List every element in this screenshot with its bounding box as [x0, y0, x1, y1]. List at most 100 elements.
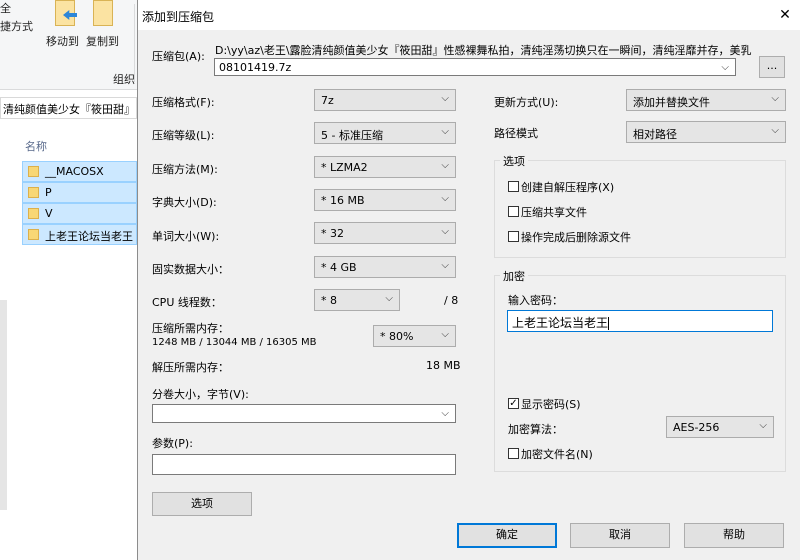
parameters-label: 参数(P):: [152, 437, 193, 450]
shared-files-checkbox[interactable]: [508, 206, 519, 217]
move-to-icon[interactable]: [55, 0, 85, 30]
path-mode-select[interactable]: 相对路径 ⌵: [626, 121, 786, 143]
cpu-threads-select[interactable]: * 8 ⌵: [314, 289, 400, 311]
format-label: 压缩格式(F):: [152, 96, 215, 109]
memory-usage-value: * 80%: [380, 330, 414, 343]
level-value: 5 - 标准压缩: [321, 129, 383, 142]
archive-directory: D:\yy\az\老王\露脸清纯颜值美少女『筱田甜』性感裸舞私拍，清纯淫荡切换只…: [215, 44, 752, 57]
file-list-item[interactable]: 上老王论坛当老王: [22, 224, 137, 245]
ribbon-fragment-shortcut[interactable]: 捷方式: [0, 18, 33, 34]
options-button[interactable]: 选项: [152, 492, 252, 516]
delete-after-checkbox[interactable]: [508, 231, 519, 242]
chevron-down-icon: ⌵: [771, 93, 779, 104]
method-label: 压缩方法(M):: [152, 163, 218, 176]
column-header-name[interactable]: 名称: [25, 138, 47, 154]
help-button[interactable]: 帮助: [684, 523, 784, 548]
password-input[interactable]: 上老王论坛当老王: [507, 310, 773, 332]
file-name: P: [45, 186, 52, 199]
split-size-combobox[interactable]: ⌵: [152, 404, 456, 423]
folder-icon: [28, 229, 39, 240]
chevron-down-icon: ⌵: [441, 408, 449, 419]
delete-after-label: 操作完成后删除源文件: [521, 231, 631, 244]
compress-memory-detail: 1248 MB / 13044 MB / 16305 MB: [152, 337, 317, 348]
compress-memory-label: 压缩所需内存：: [152, 322, 229, 335]
chevron-down-icon: ⌵: [721, 62, 729, 73]
navigation-pane-edge: [0, 300, 7, 510]
cancel-button[interactable]: 取消: [570, 523, 670, 548]
update-mode-label: 更新方式(U):: [494, 96, 559, 109]
add-to-archive-dialog: 添加到压缩包 ✕ 压缩包(A): D:\yy\az\老王\露脸清纯颜值美少女『筱…: [137, 0, 800, 560]
dialog-title: 添加到压缩包: [142, 10, 215, 24]
archive-label: 压缩包(A):: [152, 50, 205, 63]
ribbon-group-organize: 组织: [113, 73, 135, 86]
close-icon[interactable]: ✕: [776, 6, 794, 24]
copy-to-button[interactable]: 复制到: [86, 33, 119, 49]
method-select[interactable]: * LZMA2 ⌵: [314, 156, 456, 178]
level-select[interactable]: 5 - 标准压缩 ⌵: [314, 122, 456, 144]
dictionary-select[interactable]: * 16 MB ⌵: [314, 189, 456, 211]
address-bar[interactable]: 清纯颜值美少女『筱田甜』: [0, 97, 137, 119]
ribbon-fragment-top: 全: [0, 2, 11, 15]
chevron-down-icon: ⌵: [441, 226, 449, 237]
word-size-value: * 32: [321, 227, 344, 240]
ok-button[interactable]: 确定: [457, 523, 557, 548]
cpu-threads-value: * 8: [321, 294, 337, 307]
move-to-button[interactable]: 移动到: [46, 33, 79, 49]
chevron-down-icon: ⌵: [441, 160, 449, 171]
word-size-label: 单词大小(W):: [152, 230, 220, 243]
path-mode-value: 相对路径: [633, 128, 677, 141]
chevron-down-icon: ⌵: [771, 125, 779, 136]
decompress-memory-value: 18 MB: [426, 359, 461, 372]
memory-usage-select[interactable]: * 80% ⌵: [373, 325, 456, 347]
archive-name-combobox[interactable]: 08101419.7z ⌵: [214, 58, 736, 76]
method-value: * LZMA2: [321, 161, 368, 174]
shared-files-label: 压缩共享文件: [521, 206, 587, 219]
chevron-down-icon: ⌵: [441, 329, 449, 340]
file-name: __MACOSX: [45, 165, 104, 178]
encryption-method-value: AES-256: [673, 421, 720, 434]
file-list-item[interactable]: P: [22, 182, 137, 203]
options-group-title: 选项: [500, 153, 528, 169]
update-mode-select[interactable]: 添加并替换文件 ⌵: [626, 89, 786, 111]
file-name: 上老王论坛当老王: [45, 230, 133, 243]
encrypt-filenames-checkbox[interactable]: [508, 448, 519, 459]
format-select[interactable]: 7z ⌵: [314, 89, 456, 111]
show-password-label: 显示密码(S): [521, 398, 581, 411]
browse-button[interactable]: ...: [759, 56, 785, 78]
password-label: 输入密码：: [508, 294, 563, 307]
encryption-group-title: 加密: [500, 268, 528, 284]
solid-block-label: 固实数据大小：: [152, 263, 229, 276]
show-password-checkbox[interactable]: ✓: [508, 398, 519, 409]
ribbon-separator: [134, 4, 135, 82]
dictionary-label: 字典大小(D):: [152, 196, 217, 209]
word-size-select[interactable]: * 32 ⌵: [314, 222, 456, 244]
copy-to-icon[interactable]: [93, 0, 123, 30]
text-cursor: [608, 317, 610, 330]
chevron-down-icon: ⌵: [385, 293, 393, 304]
folder-icon: [28, 166, 39, 177]
sfx-checkbox-label: 创建自解压程序(X): [521, 181, 615, 194]
path-mode-label: 路径模式: [494, 127, 538, 140]
chevron-down-icon: ⌵: [441, 193, 449, 204]
update-mode-value: 添加并替换文件: [633, 96, 710, 109]
chevron-down-icon: ⌵: [441, 260, 449, 271]
sfx-checkbox[interactable]: [508, 181, 519, 192]
chevron-down-icon: ⌵: [759, 420, 767, 431]
cpu-threads-label: CPU 线程数：: [152, 296, 222, 309]
solid-block-select[interactable]: * 4 GB ⌵: [314, 256, 456, 278]
cpu-threads-max: / 8: [444, 294, 459, 307]
split-size-label: 分卷大小，字节(V):: [152, 388, 249, 401]
chevron-down-icon: ⌵: [441, 126, 449, 137]
dialog-titlebar: 添加到压缩包 ✕: [138, 0, 800, 30]
folder-icon: [28, 208, 39, 219]
checkmark-icon: ✓: [509, 398, 518, 409]
chevron-down-icon: ⌵: [441, 93, 449, 104]
parameters-input[interactable]: [152, 454, 456, 475]
encryption-method-label: 加密算法：: [508, 423, 563, 436]
file-list-item[interactable]: V: [22, 203, 137, 224]
file-list-item[interactable]: __MACOSX: [22, 161, 137, 182]
encrypt-filenames-label: 加密文件名(N): [521, 448, 593, 461]
dictionary-value: * 16 MB: [321, 194, 365, 207]
encryption-method-select[interactable]: AES-256 ⌵: [666, 416, 774, 438]
file-name: V: [45, 207, 53, 220]
